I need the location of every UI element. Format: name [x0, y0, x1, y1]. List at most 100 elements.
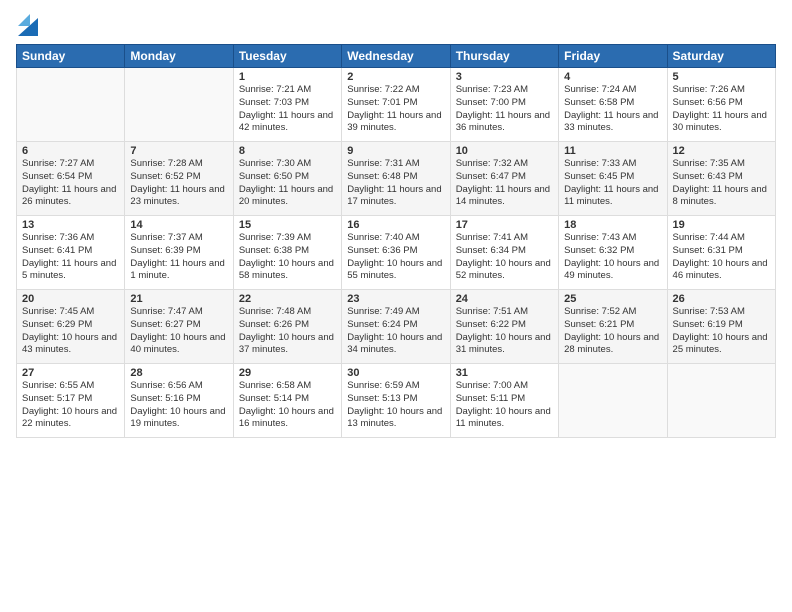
day-number: 28 — [130, 367, 227, 379]
sunset-text: Sunset: 6:29 PM — [22, 319, 92, 330]
sunset-text: Sunset: 7:00 PM — [456, 97, 526, 108]
week-row-2: 6Sunrise: 7:27 AMSunset: 6:54 PMDaylight… — [17, 142, 776, 216]
daylight-text: Daylight: 10 hours and 55 minutes. — [347, 258, 442, 282]
day-cell — [667, 364, 775, 438]
day-number: 27 — [22, 367, 119, 379]
day-cell: 17Sunrise: 7:41 AMSunset: 6:34 PMDayligh… — [450, 216, 558, 290]
sunrise-text: Sunrise: 7:33 AM — [564, 158, 636, 169]
header-cell-thursday: Thursday — [450, 45, 558, 68]
sunset-text: Sunset: 6:48 PM — [347, 171, 417, 182]
day-number: 10 — [456, 145, 553, 157]
daylight-text: Daylight: 11 hours and 30 minutes. — [673, 110, 767, 134]
header-cell-friday: Friday — [559, 45, 667, 68]
sunset-text: Sunset: 6:27 PM — [130, 319, 200, 330]
day-number: 3 — [456, 71, 553, 83]
day-number: 25 — [564, 293, 661, 305]
sunrise-text: Sunrise: 6:55 AM — [22, 380, 94, 391]
daylight-text: Daylight: 11 hours and 20 minutes. — [239, 184, 333, 208]
day-cell: 21Sunrise: 7:47 AMSunset: 6:27 PMDayligh… — [125, 290, 233, 364]
sunset-text: Sunset: 6:47 PM — [456, 171, 526, 182]
sunrise-text: Sunrise: 7:35 AM — [673, 158, 745, 169]
day-number: 9 — [347, 145, 444, 157]
sunset-text: Sunset: 6:43 PM — [673, 171, 743, 182]
daylight-text: Daylight: 11 hours and 14 minutes. — [456, 184, 550, 208]
daylight-text: Daylight: 10 hours and 40 minutes. — [130, 332, 225, 356]
day-number: 21 — [130, 293, 227, 305]
sunset-text: Sunset: 7:01 PM — [347, 97, 417, 108]
sunset-text: Sunset: 6:54 PM — [22, 171, 92, 182]
daylight-text: Daylight: 10 hours and 52 minutes. — [456, 258, 551, 282]
day-cell: 1Sunrise: 7:21 AMSunset: 7:03 PMDaylight… — [233, 68, 341, 142]
day-number: 31 — [456, 367, 553, 379]
sunrise-text: Sunrise: 7:21 AM — [239, 84, 311, 95]
sunset-text: Sunset: 6:45 PM — [564, 171, 634, 182]
sunrise-text: Sunrise: 7:24 AM — [564, 84, 636, 95]
sunset-text: Sunset: 5:16 PM — [130, 393, 200, 404]
day-cell: 25Sunrise: 7:52 AMSunset: 6:21 PMDayligh… — [559, 290, 667, 364]
day-cell: 27Sunrise: 6:55 AMSunset: 5:17 PMDayligh… — [17, 364, 125, 438]
sunrise-text: Sunrise: 7:31 AM — [347, 158, 419, 169]
sunrise-text: Sunrise: 6:56 AM — [130, 380, 202, 391]
day-number: 4 — [564, 71, 661, 83]
daylight-text: Daylight: 10 hours and 28 minutes. — [564, 332, 659, 356]
daylight-text: Daylight: 10 hours and 37 minutes. — [239, 332, 334, 356]
header-cell-monday: Monday — [125, 45, 233, 68]
day-cell — [17, 68, 125, 142]
sunset-text: Sunset: 6:56 PM — [673, 97, 743, 108]
sunrise-text: Sunrise: 7:23 AM — [456, 84, 528, 95]
day-cell: 14Sunrise: 7:37 AMSunset: 6:39 PMDayligh… — [125, 216, 233, 290]
daylight-text: Daylight: 11 hours and 8 minutes. — [673, 184, 767, 208]
logo — [16, 12, 38, 36]
day-number: 14 — [130, 219, 227, 231]
sunrise-text: Sunrise: 7:51 AM — [456, 306, 528, 317]
daylight-text: Daylight: 11 hours and 26 minutes. — [22, 184, 116, 208]
header-cell-tuesday: Tuesday — [233, 45, 341, 68]
daylight-text: Daylight: 10 hours and 25 minutes. — [673, 332, 768, 356]
day-cell: 30Sunrise: 6:59 AMSunset: 5:13 PMDayligh… — [342, 364, 450, 438]
sunset-text: Sunset: 6:34 PM — [456, 245, 526, 256]
day-number: 20 — [22, 293, 119, 305]
sunset-text: Sunset: 5:17 PM — [22, 393, 92, 404]
day-cell: 15Sunrise: 7:39 AMSunset: 6:38 PMDayligh… — [233, 216, 341, 290]
day-number: 12 — [673, 145, 770, 157]
day-number: 23 — [347, 293, 444, 305]
day-number: 16 — [347, 219, 444, 231]
sunset-text: Sunset: 5:14 PM — [239, 393, 309, 404]
day-cell: 28Sunrise: 6:56 AM Sunset: 5:16 PM Dayligh… — [125, 364, 233, 438]
sunset-text: Sunset: 6:39 PM — [130, 245, 200, 256]
day-number: 17 — [456, 219, 553, 231]
day-number: 22 — [239, 293, 336, 305]
daylight-text: Daylight: 10 hours and 31 minutes. — [456, 332, 551, 356]
week-row-1: 1Sunrise: 7:21 AMSunset: 7:03 PMDaylight… — [17, 68, 776, 142]
day-number: 13 — [22, 219, 119, 231]
day-cell: 23Sunrise: 7:49 AMSunset: 6:24 PMDayligh… — [342, 290, 450, 364]
sunrise-text: Sunrise: 7:48 AM — [239, 306, 311, 317]
day-cell: 9Sunrise: 7:31 AMSunset: 6:48 PMDaylight… — [342, 142, 450, 216]
sunrise-text: Sunrise: 6:58 AM — [239, 380, 311, 391]
day-number: 18 — [564, 219, 661, 231]
sunrise-text: Sunrise: 7:30 AM — [239, 158, 311, 169]
daylight-text: Daylight: 10 hours and 19 minutes. — [130, 406, 225, 430]
day-cell: 11Sunrise: 7:33 AMSunset: 6:45 PMDayligh… — [559, 142, 667, 216]
daylight-text: Daylight: 10 hours and 34 minutes. — [347, 332, 442, 356]
day-number: 24 — [456, 293, 553, 305]
daylight-text: Daylight: 11 hours and 33 minutes. — [564, 110, 658, 134]
day-number: 15 — [239, 219, 336, 231]
daylight-text: Daylight: 10 hours and 46 minutes. — [673, 258, 768, 282]
header-cell-saturday: Saturday — [667, 45, 775, 68]
day-cell: 31Sunrise: 7:00 AMSunset: 5:11 PMDayligh… — [450, 364, 558, 438]
day-cell: 7Sunrise: 7:28 AMSunset: 6:52 PMDaylight… — [125, 142, 233, 216]
sunset-text: Sunset: 6:19 PM — [673, 319, 743, 330]
sunset-text: Sunset: 6:58 PM — [564, 97, 634, 108]
sunset-text: Sunset: 5:11 PM — [456, 393, 526, 404]
sunset-text: Sunset: 6:38 PM — [239, 245, 309, 256]
day-cell: 18Sunrise: 7:43 AMSunset: 6:32 PMDayligh… — [559, 216, 667, 290]
daylight-text: Daylight: 11 hours and 23 minutes. — [130, 184, 224, 208]
sunrise-text: Sunrise: 7:27 AM — [22, 158, 94, 169]
daylight-text: Daylight: 10 hours and 49 minutes. — [564, 258, 659, 282]
sunrise-text: Sunrise: 7:49 AM — [347, 306, 419, 317]
page-header — [16, 12, 776, 36]
day-cell: 3Sunrise: 7:23 AMSunset: 7:00 PMDaylight… — [450, 68, 558, 142]
sunset-text: Sunset: 6:50 PM — [239, 171, 309, 182]
week-row-4: 20Sunrise: 7:45 AMSunset: 6:29 PMDayligh… — [17, 290, 776, 364]
